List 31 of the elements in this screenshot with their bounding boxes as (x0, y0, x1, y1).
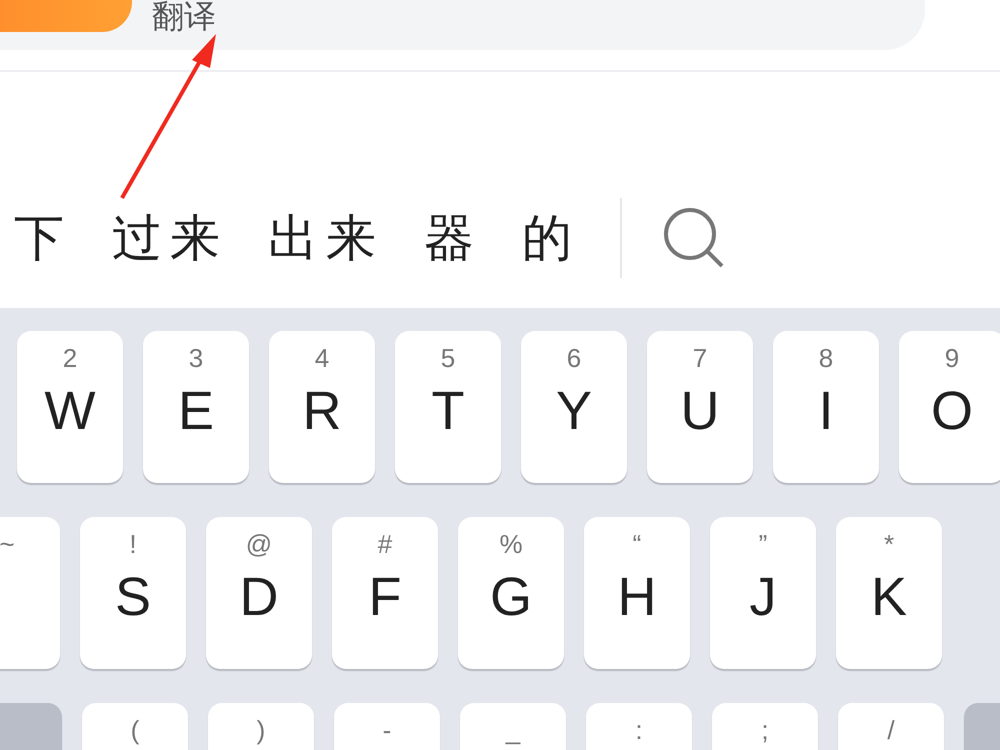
keyboard-key[interactable]: ! S (80, 517, 186, 669)
keyboard-key[interactable]: @ D (206, 517, 312, 669)
keyboard-key[interactable]: 9 O (899, 331, 1000, 483)
keyboard-key[interactable]: 2 W (17, 331, 123, 483)
keyboard-key[interactable]: ~ (0, 517, 60, 669)
keyboard-key[interactable]: % G (458, 517, 564, 669)
search-icon[interactable] (662, 206, 726, 270)
keyboard-key[interactable]: “ H (584, 517, 690, 669)
keyboard-key[interactable]: 6 Y (521, 331, 627, 483)
search-text: 翻译 (152, 0, 216, 34)
keyboard-key[interactable]: - (334, 703, 440, 750)
keyboard-key[interactable]: ( (82, 703, 188, 750)
candidate-word[interactable]: 过来 (112, 204, 228, 272)
search-field[interactable]: 翻译 (0, 0, 925, 50)
keyboard-key[interactable]: 8 I (773, 331, 879, 483)
keyboard-key[interactable]: : (586, 703, 692, 750)
candidate-word[interactable]: 器 (424, 204, 482, 272)
keyboard-key[interactable]: / (838, 703, 944, 750)
candidate-word[interactable]: 出来 (268, 204, 384, 272)
keyboard-key[interactable]: _ (460, 703, 566, 750)
keyboard-key[interactable]: * K (836, 517, 942, 669)
candidate-word[interactable]: 的 (522, 204, 580, 272)
keyboard-key[interactable]: ” J (710, 517, 816, 669)
keyboard-key[interactable]: ) (208, 703, 314, 750)
keyboard-key[interactable]: 4 R (269, 331, 375, 483)
candidate-word[interactable]: 下 (14, 204, 72, 272)
keyboard-key[interactable]: 5 T (395, 331, 501, 483)
keyboard-key[interactable]: 7 U (647, 331, 753, 483)
keyboard-key[interactable]: 3 E (143, 331, 249, 483)
keyboard-key[interactable]: ; (712, 703, 818, 750)
keyboard-key[interactable]: # F (332, 517, 438, 669)
